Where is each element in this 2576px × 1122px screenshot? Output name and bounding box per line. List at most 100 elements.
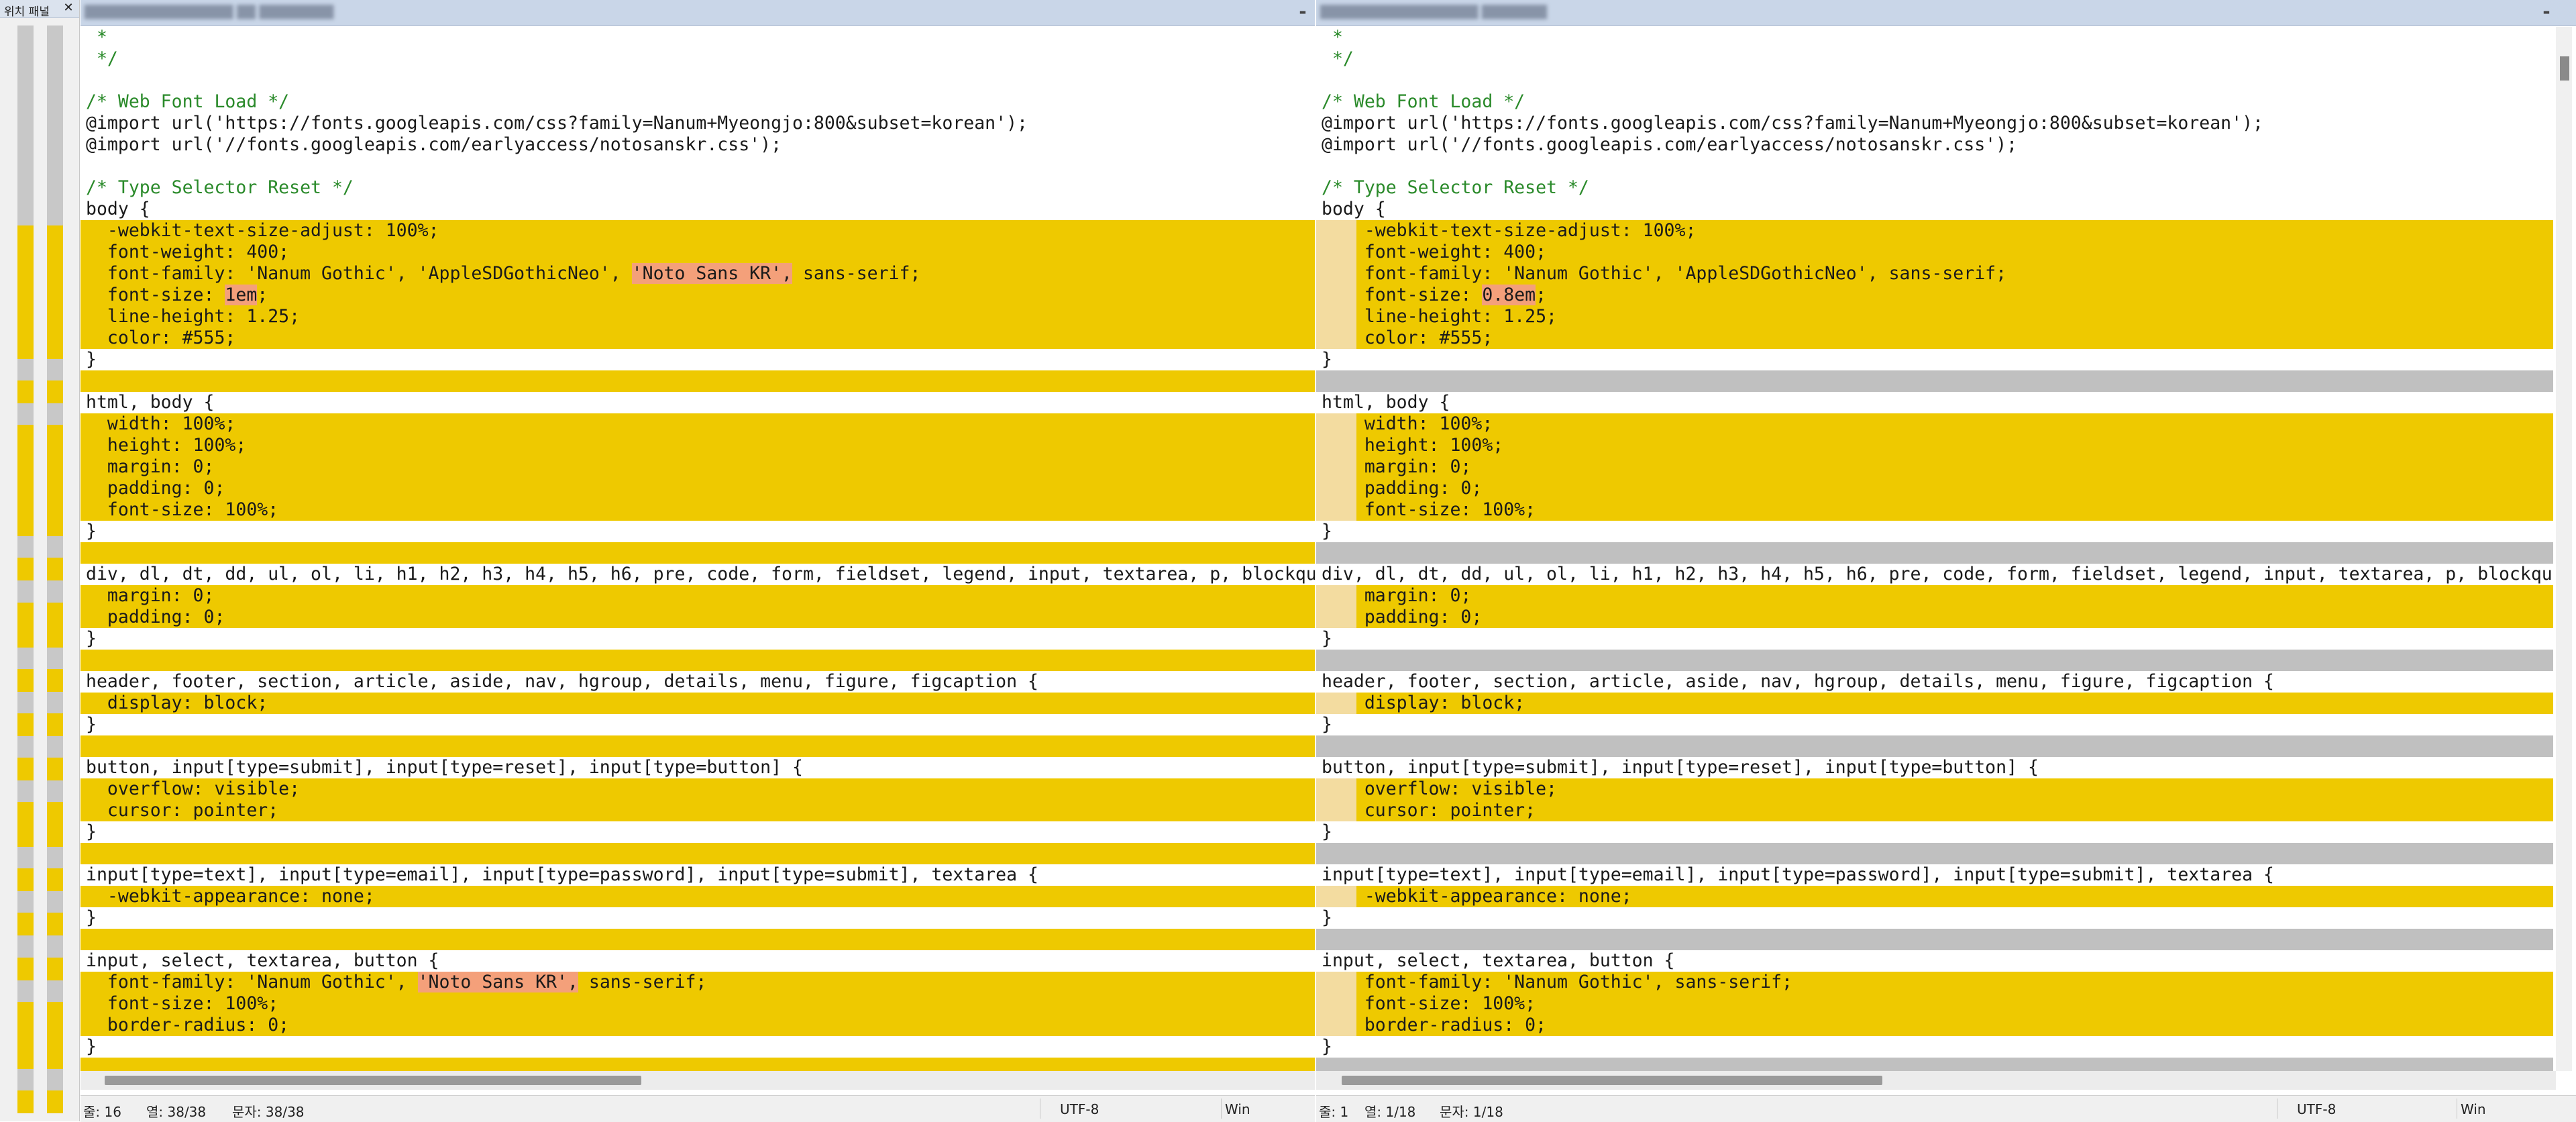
code-line[interactable]: }: [1316, 521, 2553, 542]
code-line[interactable]: }: [1316, 714, 2553, 735]
code-line[interactable]: */: [1316, 48, 2553, 70]
code-line[interactable]: [1316, 1058, 2553, 1071]
code-line[interactable]: [1316, 370, 2553, 392]
code-line[interactable]: font-size: 0.8em;: [1316, 285, 2553, 306]
location-bar-right[interactable]: [47, 26, 63, 1113]
code-line[interactable]: body {: [80, 199, 1315, 220]
code-line[interactable]: [80, 735, 1315, 757]
code-line[interactable]: cursor: pointer;: [80, 800, 1315, 821]
maximize-icon[interactable]: ▬: [2540, 5, 2553, 19]
code-line[interactable]: cursor: pointer;: [1316, 800, 2553, 821]
code-line[interactable]: font-family: 'Nanum Gothic', 'AppleSDGot…: [80, 263, 1315, 285]
left-code-area[interactable]: * */ /* Web Font Load */@import url('http…: [80, 27, 1315, 1071]
status-encoding[interactable]: UTF-8: [2297, 1101, 2336, 1117]
code-line[interactable]: /* Web Font Load */: [80, 91, 1315, 113]
code-line[interactable]: */: [80, 48, 1315, 70]
code-line[interactable]: font-size: 1em;: [80, 285, 1315, 306]
code-line[interactable]: margin: 0;: [1316, 456, 2553, 478]
code-line[interactable]: [1316, 843, 2553, 864]
code-line[interactable]: }: [1316, 349, 2553, 370]
code-line[interactable]: [80, 542, 1315, 564]
left-scroll-thumb[interactable]: [105, 1076, 641, 1085]
status-encoding[interactable]: UTF-8: [1060, 1101, 1099, 1117]
code-line[interactable]: header, footer, section, article, aside,…: [1316, 671, 2553, 693]
code-line[interactable]: [1316, 542, 2553, 564]
right-scroll-thumb[interactable]: [1342, 1076, 1882, 1085]
code-line[interactable]: button, input[type=submit], input[type=r…: [80, 757, 1315, 778]
code-line[interactable]: -webkit-text-size-adjust: 100%;: [80, 220, 1315, 242]
code-line[interactable]: width: 100%;: [1316, 413, 2553, 435]
code-line[interactable]: }: [80, 1036, 1315, 1058]
code-line[interactable]: width: 100%;: [80, 413, 1315, 435]
code-line[interactable]: }: [80, 628, 1315, 650]
code-line[interactable]: [80, 1058, 1315, 1071]
code-line[interactable]: input, select, textarea, button {: [80, 950, 1315, 972]
maximize-icon[interactable]: ▬: [1296, 5, 1309, 19]
code-line[interactable]: input[type=text], input[type=email], inp…: [80, 864, 1315, 886]
code-line[interactable]: div, dl, dt, dd, ul, ol, li, h1, h2, h3,…: [1316, 564, 2553, 585]
code-line[interactable]: }: [1316, 821, 2553, 843]
code-line[interactable]: font-size: 100%;: [80, 993, 1315, 1015]
code-line[interactable]: [80, 70, 1315, 91]
code-line[interactable]: line-height: 1.25;: [80, 306, 1315, 327]
status-eol[interactable]: Win: [2461, 1101, 2486, 1117]
code-line[interactable]: padding: 0;: [80, 478, 1315, 499]
code-line[interactable]: *: [1316, 27, 2553, 48]
code-line[interactable]: font-family: 'Nanum Gothic', 'AppleSDGot…: [1316, 263, 2553, 285]
location-pane-tab[interactable]: 위치 패널 ✕: [0, 0, 79, 19]
code-line[interactable]: /* Web Font Load */: [1316, 91, 2553, 113]
code-line[interactable]: [1316, 735, 2553, 757]
code-line[interactable]: div, dl, dt, dd, ul, ol, li, h1, h2, h3,…: [80, 564, 1315, 585]
left-horizontal-scrollbar[interactable]: [80, 1071, 1315, 1090]
code-line[interactable]: -webkit-text-size-adjust: 100%;: [1316, 220, 2553, 242]
code-line[interactable]: line-height: 1.25;: [1316, 306, 2553, 327]
code-line[interactable]: font-family: 'Nanum Gothic', 'Noto Sans …: [80, 972, 1315, 993]
code-line[interactable]: [80, 650, 1315, 671]
code-line[interactable]: display: block;: [1316, 693, 2553, 714]
code-line[interactable]: [80, 929, 1315, 950]
code-line[interactable]: input, select, textarea, button {: [1316, 950, 2553, 972]
code-line[interactable]: html, body {: [80, 392, 1315, 413]
code-line[interactable]: color: #555;: [80, 327, 1315, 349]
code-line[interactable]: padding: 0;: [1316, 478, 2553, 499]
code-line[interactable]: /* Type Selector Reset */: [80, 177, 1315, 199]
code-line[interactable]: }: [1316, 907, 2553, 929]
code-line[interactable]: [80, 370, 1315, 392]
code-line[interactable]: font-weight: 400;: [80, 242, 1315, 263]
code-line[interactable]: padding: 0;: [1316, 607, 2553, 628]
code-line[interactable]: header, footer, section, article, aside,…: [80, 671, 1315, 693]
right-horizontal-scrollbar[interactable]: [1316, 1071, 2556, 1090]
code-line[interactable]: [80, 156, 1315, 177]
code-line[interactable]: [1316, 650, 2553, 671]
code-line[interactable]: }: [80, 521, 1315, 542]
code-line[interactable]: color: #555;: [1316, 327, 2553, 349]
code-line[interactable]: @import url('https://fonts.googleapis.co…: [80, 113, 1315, 134]
status-eol[interactable]: Win: [1225, 1101, 1250, 1117]
code-line[interactable]: height: 100%;: [1316, 435, 2553, 456]
code-line[interactable]: @import url('//fonts.googleapis.com/earl…: [80, 134, 1315, 156]
code-line[interactable]: }: [1316, 1036, 2553, 1058]
right-vertical-scrollbar[interactable]: [2556, 27, 2572, 1071]
code-line[interactable]: font-family: 'Nanum Gothic', sans-serif;: [1316, 972, 2553, 993]
code-line[interactable]: [1316, 156, 2553, 177]
code-line[interactable]: [1316, 70, 2553, 91]
right-code-area[interactable]: * */ /* Web Font Load */@import url('http…: [1316, 27, 2553, 1071]
close-icon[interactable]: ✕: [62, 1, 75, 15]
code-line[interactable]: font-weight: 400;: [1316, 242, 2553, 263]
code-line[interactable]: font-size: 100%;: [1316, 499, 2553, 521]
code-line[interactable]: border-radius: 0;: [80, 1015, 1315, 1036]
code-line[interactable]: font-size: 100%;: [1316, 993, 2553, 1015]
code-line[interactable]: /* Type Selector Reset */: [1316, 177, 2553, 199]
code-line[interactable]: }: [80, 821, 1315, 843]
code-line[interactable]: html, body {: [1316, 392, 2553, 413]
code-line[interactable]: [1316, 929, 2553, 950]
code-line[interactable]: padding: 0;: [80, 607, 1315, 628]
right-vscroll-thumb[interactable]: [2560, 56, 2569, 81]
code-line[interactable]: input[type=text], input[type=email], inp…: [1316, 864, 2553, 886]
code-line[interactable]: margin: 0;: [80, 585, 1315, 607]
code-line[interactable]: }: [80, 714, 1315, 735]
code-line[interactable]: body {: [1316, 199, 2553, 220]
code-line[interactable]: @import url('//fonts.googleapis.com/earl…: [1316, 134, 2553, 156]
location-bar-left[interactable]: [17, 26, 34, 1113]
code-line[interactable]: *: [80, 27, 1315, 48]
